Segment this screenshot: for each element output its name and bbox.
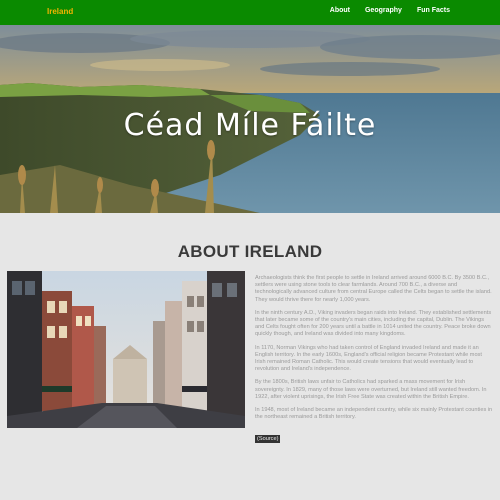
- about-paragraph-3: In 1170, Norman Vikings who had taken co…: [255, 344, 482, 373]
- about-heading: ABOUT IRELAND: [177, 242, 323, 261]
- hero-banner: Céad Míle Fáilte: [0, 25, 500, 213]
- street-image: [7, 271, 245, 428]
- nav-link-about[interactable]: About: [330, 7, 350, 14]
- about-article: Archaeologists think the first people to…: [255, 275, 493, 445]
- nav-links: About Geography Fun Facts: [330, 7, 450, 14]
- nav-link-fun-facts[interactable]: Fun Facts: [417, 7, 450, 14]
- brand-link[interactable]: Ireland: [47, 7, 73, 16]
- source-link[interactable]: (Source): [255, 435, 281, 444]
- dublin-street-photo: [7, 271, 245, 428]
- about-paragraph-1: Archaeologists think the first people to…: [255, 275, 492, 303]
- navbar: Ireland About Geography Fun Facts: [0, 0, 500, 25]
- about-paragraph-5: In 1948, most of Ireland became an indep…: [255, 407, 493, 421]
- hero-title: Céad Míle Fáilte: [123, 108, 377, 143]
- nav-link-geography[interactable]: Geography: [365, 7, 402, 14]
- about-paragraph-4: By the 1800s, British laws unfair to Cat…: [255, 379, 487, 400]
- about-paragraph-2: In the ninth century A.D., Viking invade…: [255, 309, 492, 338]
